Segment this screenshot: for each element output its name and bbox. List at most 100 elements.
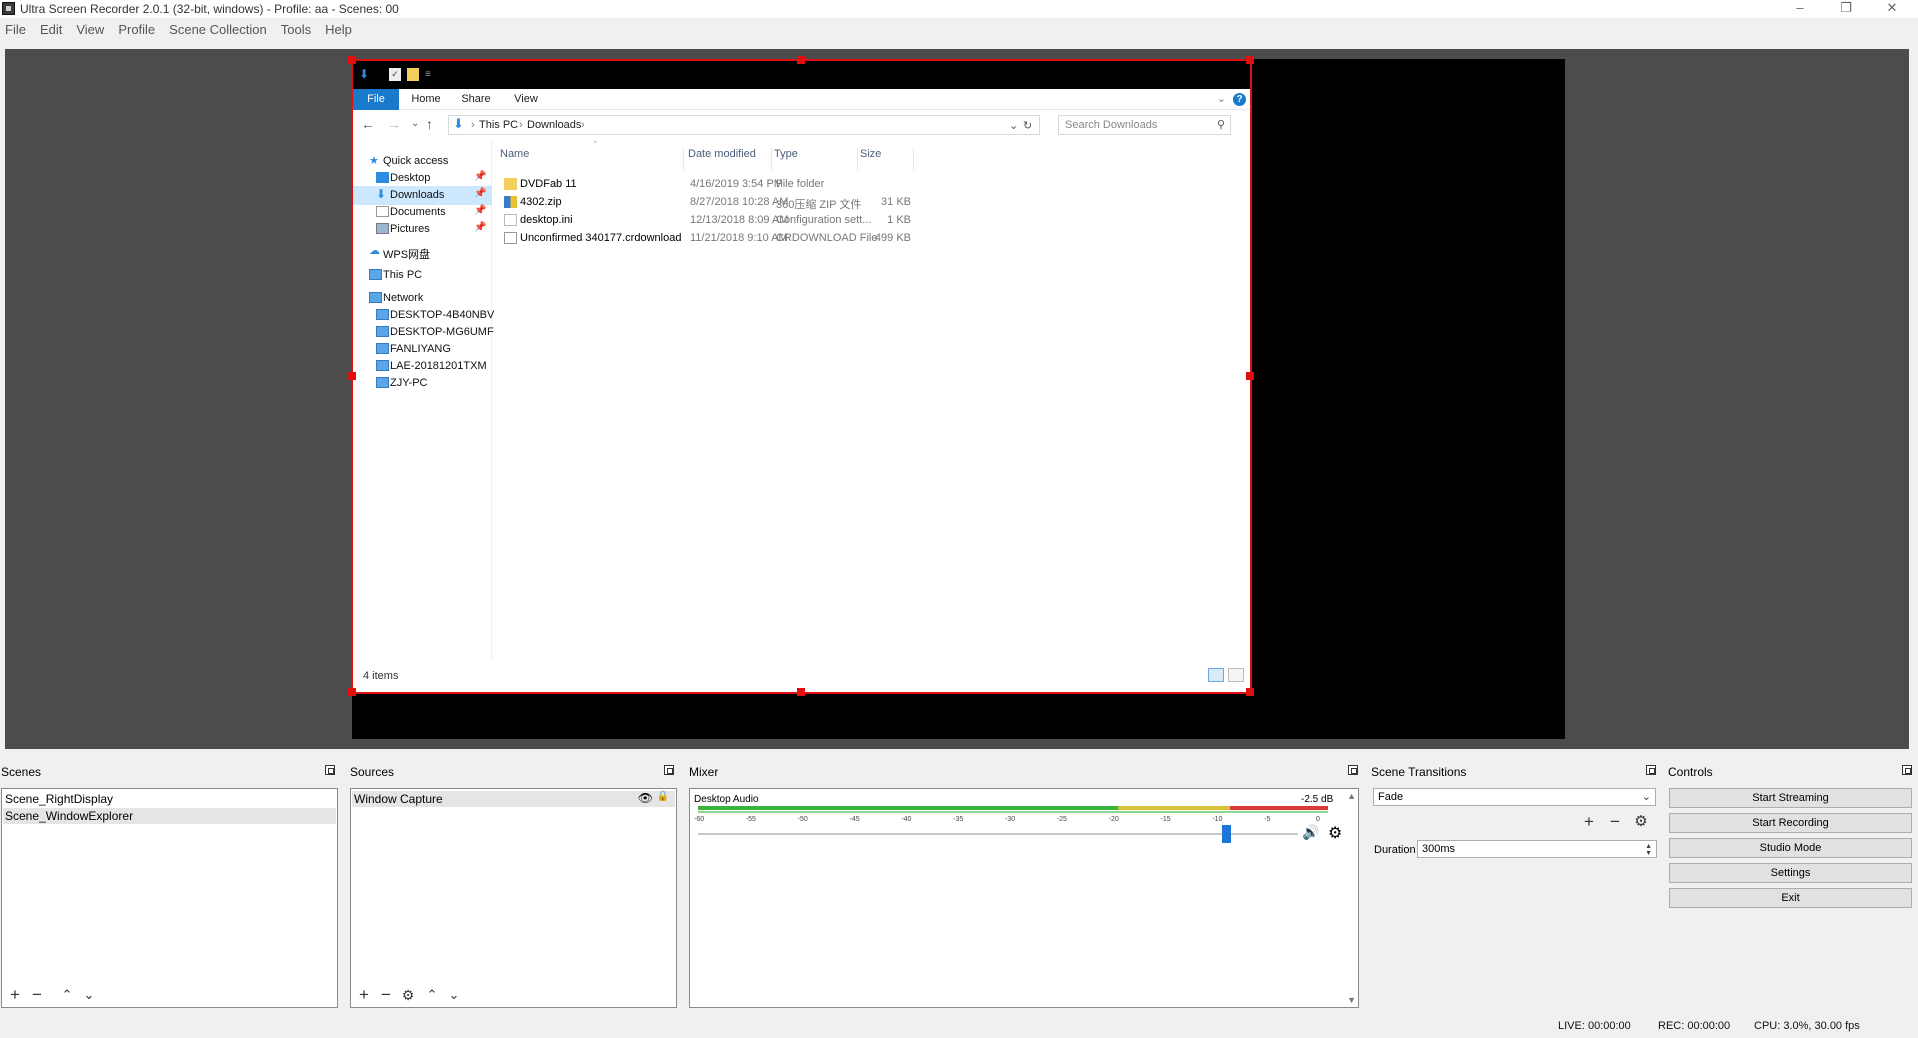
meter-tick-label: 0 xyxy=(1316,816,1320,823)
ribbon-tab-share[interactable]: Share xyxy=(453,89,499,110)
nav-item-pictures[interactable]: Pictures 📌 xyxy=(353,220,492,239)
nav-item-wps-cloud[interactable]: ☁ WPS网盘 xyxy=(353,243,492,262)
scroll-up-icon[interactable]: ▲ xyxy=(1347,791,1356,801)
undock-icon[interactable] xyxy=(325,765,335,775)
ribbon-tab-file[interactable]: File xyxy=(353,89,399,110)
spinner-arrows-icon[interactable]: ▲ ▼ xyxy=(1645,843,1652,857)
resize-handle[interactable] xyxy=(348,688,356,696)
lock-icon[interactable]: 🔒 xyxy=(657,791,669,802)
resize-handle[interactable] xyxy=(1246,372,1254,380)
menu-profile[interactable]: Profile xyxy=(118,20,162,42)
window-capture-source[interactable]: ⬇ ✓ ≡ File Home Share View ⌄ ? ← → ⌄ ↑ ⬇… xyxy=(348,56,1254,696)
undock-icon[interactable] xyxy=(1646,765,1656,775)
large-icons-view-icon[interactable] xyxy=(1228,668,1244,682)
nav-label: DESKTOP-MG6UMF xyxy=(390,326,494,338)
ribbon-tab-view[interactable]: View xyxy=(503,89,549,110)
resize-handle[interactable] xyxy=(1246,56,1254,64)
file-list: Name ˆ Date modified Type Size DVDFab 11… xyxy=(494,140,1248,660)
search-input[interactable]: Search Downloads ⚲ xyxy=(1058,115,1231,135)
file-row[interactable]: 4302.zip 8/27/2018 10:28 AM 360压缩 ZIP 文件… xyxy=(494,195,1054,211)
minimize-button[interactable]: – xyxy=(1777,0,1823,18)
gear-icon[interactable]: ⚙ xyxy=(399,987,417,1005)
resize-handle[interactable] xyxy=(348,372,356,380)
move-down-icon[interactable]: ⌄ xyxy=(80,987,98,1005)
scene-item[interactable]: Scene_RightDisplay xyxy=(3,791,336,807)
nav-item-this-pc[interactable]: This PC xyxy=(353,266,492,285)
downloads-location-icon: ⬇ xyxy=(453,116,464,131)
start-streaming-button[interactable]: Start Streaming xyxy=(1669,788,1912,808)
speaker-icon[interactable]: 🔊 xyxy=(1302,824,1319,841)
volume-slider-track[interactable] xyxy=(698,833,1298,835)
nav-item-network-computer[interactable]: ZJY-PC xyxy=(353,374,492,393)
ribbon-tab-home[interactable]: Home xyxy=(403,89,449,110)
sources-list[interactable]: Window Capture 👁 🔒 + − ⚙ ⌃ ⌄ xyxy=(350,788,677,1008)
menu-view[interactable]: View xyxy=(76,20,111,42)
resize-handle[interactable] xyxy=(797,688,805,696)
maximize-button[interactable]: ❐ xyxy=(1823,0,1869,18)
resize-handle[interactable] xyxy=(797,56,805,64)
close-button[interactable]: ✕ xyxy=(1869,0,1915,18)
undock-icon[interactable] xyxy=(1902,765,1912,775)
back-arrow-icon[interactable]: ← xyxy=(361,116,375,132)
add-scene-icon[interactable]: + xyxy=(6,986,24,1005)
volume-slider-thumb[interactable] xyxy=(1222,825,1231,843)
up-arrow-icon[interactable]: ↑ xyxy=(426,116,433,132)
search-icon: ⚲ xyxy=(1216,119,1225,131)
refresh-icon[interactable]: ↻ xyxy=(1023,119,1032,132)
undock-icon[interactable] xyxy=(1348,765,1358,775)
recent-locations-icon[interactable]: ⌄ xyxy=(411,118,419,129)
file-type: File folder xyxy=(776,178,825,190)
column-type[interactable]: Type xyxy=(774,148,858,170)
details-view-icon[interactable] xyxy=(1208,668,1224,682)
remove-source-icon[interactable]: − xyxy=(377,986,395,1005)
help-icon[interactable]: ? xyxy=(1233,93,1246,106)
file-row[interactable]: Unconfirmed 340177.crdownload 11/21/2018… xyxy=(494,231,1054,246)
nav-label: Documents xyxy=(390,206,446,218)
address-bar[interactable]: ⬇ › This PC › Downloads › ⌄ ↻ xyxy=(448,115,1040,135)
breadcrumb-this-pc[interactable]: This PC xyxy=(479,119,518,131)
source-item[interactable]: Window Capture 👁 🔒 xyxy=(352,791,675,807)
file-row[interactable]: DVDFab 11 4/16/2019 3:54 PM File folder xyxy=(494,177,1054,192)
status-bar: LIVE: 00:00:00 REC: 00:00:00 CPU: 3.0%, … xyxy=(0,1008,1918,1038)
menu-help[interactable]: Help xyxy=(325,20,359,42)
resize-handle[interactable] xyxy=(348,56,356,64)
transition-select[interactable]: Fade ⌄ xyxy=(1373,788,1656,806)
exit-button[interactable]: Exit xyxy=(1669,888,1912,908)
resize-handle[interactable] xyxy=(1246,688,1254,696)
file-row[interactable]: desktop.ini 12/13/2018 8:09 AM Configura… xyxy=(494,213,1054,228)
menu-edit[interactable]: Edit xyxy=(40,20,69,42)
source-name: Window Capture xyxy=(354,792,443,806)
breadcrumb-downloads[interactable]: Downloads xyxy=(527,119,581,131)
menu-file[interactable]: File xyxy=(5,20,33,42)
column-date-modified[interactable]: Date modified xyxy=(688,148,772,170)
nav-label: FANLIYANG xyxy=(390,343,451,355)
scene-item[interactable]: Scene_WindowExplorer xyxy=(3,808,336,824)
forward-arrow-icon[interactable]: → xyxy=(387,116,401,132)
column-size[interactable]: Size xyxy=(860,148,914,170)
address-dropdown-icon[interactable]: ⌄ xyxy=(1009,119,1018,132)
move-down-icon[interactable]: ⌄ xyxy=(445,987,463,1005)
menu-scene-collection[interactable]: Scene Collection xyxy=(169,20,274,42)
move-up-icon[interactable]: ⌃ xyxy=(423,987,441,1005)
file-name: Unconfirmed 340177.crdownload xyxy=(520,232,682,244)
undock-icon[interactable] xyxy=(664,765,674,775)
visibility-eye-icon[interactable]: 👁 xyxy=(638,791,653,805)
scroll-down-icon[interactable]: ▼ xyxy=(1347,995,1356,1005)
move-up-icon[interactable]: ⌃ xyxy=(58,987,76,1005)
scenes-list[interactable]: Scene_RightDisplay Scene_WindowExplorer … xyxy=(1,788,338,1008)
nav-label: ZJY-PC xyxy=(390,377,428,389)
duration-spinbox[interactable]: 300ms ▲ ▼ xyxy=(1417,840,1657,858)
column-name[interactable]: Name xyxy=(500,148,684,170)
start-recording-button[interactable]: Start Recording xyxy=(1669,813,1912,833)
settings-button[interactable]: Settings xyxy=(1669,863,1912,883)
gear-icon[interactable]: ⚙ xyxy=(1632,814,1650,832)
remove-transition-icon[interactable]: − xyxy=(1606,813,1624,832)
remove-scene-icon[interactable]: − xyxy=(28,986,46,1005)
add-transition-icon[interactable]: + xyxy=(1580,813,1598,832)
ribbon-expand-icon[interactable]: ⌄ xyxy=(1217,92,1226,105)
app-icon xyxy=(2,2,15,15)
menu-tools[interactable]: Tools xyxy=(281,20,318,42)
gear-icon[interactable]: ⚙ xyxy=(1328,823,1342,843)
add-source-icon[interactable]: + xyxy=(355,986,373,1005)
studio-mode-button[interactable]: Studio Mode xyxy=(1669,838,1912,858)
